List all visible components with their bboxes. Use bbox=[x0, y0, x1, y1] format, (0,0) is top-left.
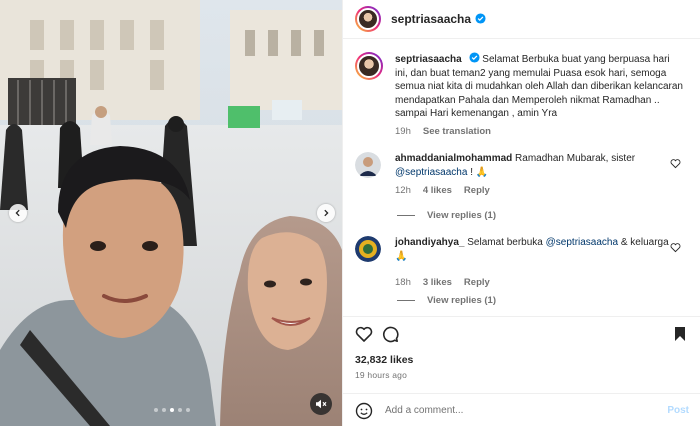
caption-time: 19h bbox=[395, 125, 411, 137]
comment-input[interactable] bbox=[385, 405, 655, 416]
comment-username[interactable]: ahmaddanialmohammad bbox=[395, 153, 512, 164]
bookmark-icon[interactable] bbox=[671, 325, 689, 343]
carousel-dot bbox=[170, 408, 174, 412]
post-comment-button[interactable]: Post bbox=[667, 405, 689, 416]
reply-button[interactable]: Reply bbox=[464, 276, 490, 290]
comment-likes[interactable]: 3 likes bbox=[423, 276, 452, 290]
post-header: septriasaacha bbox=[343, 0, 700, 39]
avatar[interactable] bbox=[355, 6, 381, 32]
carousel-dot bbox=[154, 408, 158, 412]
view-replies-button[interactable]: View replies (1) bbox=[397, 295, 496, 306]
heart-icon[interactable] bbox=[355, 325, 373, 343]
avatar[interactable] bbox=[355, 152, 381, 178]
comment-text-end: ! 🙏 bbox=[470, 167, 489, 178]
reply-divider bbox=[397, 300, 415, 301]
comment-mention[interactable]: @septriasaacha bbox=[546, 237, 618, 248]
post-side-panel: septriasaacha septriasaacha Selamat Berb… bbox=[342, 0, 700, 426]
comment-time: 18h bbox=[395, 277, 411, 288]
comment-item: ahmaddanialmohammad Ramadhan Mubarak, si… bbox=[355, 152, 691, 198]
avatar[interactable] bbox=[355, 236, 381, 262]
post-media[interactable] bbox=[0, 0, 342, 426]
caption-username[interactable]: septriasaacha bbox=[395, 54, 462, 65]
comment-time: 12h bbox=[395, 185, 411, 196]
carousel-dot bbox=[186, 408, 190, 412]
comment-likes[interactable]: 4 likes bbox=[423, 184, 452, 198]
verified-badge-icon bbox=[475, 13, 486, 24]
chevron-left-icon bbox=[15, 209, 20, 217]
see-translation-button[interactable]: See translation bbox=[423, 125, 491, 139]
add-comment-bar: Post bbox=[343, 393, 700, 426]
audio-toggle-button[interactable] bbox=[310, 393, 332, 415]
carousel-indicator bbox=[154, 408, 190, 412]
comment-text: Ramadhan Mubarak, sister bbox=[515, 153, 636, 164]
header-username[interactable]: septriasaacha bbox=[391, 12, 486, 26]
reply-button[interactable]: Reply bbox=[464, 184, 490, 198]
carousel-dot bbox=[162, 408, 166, 412]
view-replies-label: View replies (1) bbox=[427, 295, 496, 306]
view-replies-button[interactable]: View replies (1) bbox=[397, 210, 496, 221]
selfie-photo bbox=[0, 0, 342, 426]
post-actions: 32,832 likes 19 hours ago Post bbox=[343, 316, 700, 426]
reply-divider bbox=[397, 215, 415, 216]
carousel-dot bbox=[178, 408, 182, 412]
likes-count[interactable]: 32,832 likes bbox=[355, 354, 413, 366]
carousel-next-button[interactable] bbox=[317, 204, 335, 222]
chevron-right-icon bbox=[324, 209, 329, 217]
post-timestamp: 19 hours ago bbox=[355, 370, 408, 380]
caption: septriasaacha Selamat Berbuka buat yang … bbox=[355, 52, 691, 139]
view-replies-label: View replies (1) bbox=[427, 210, 496, 221]
emoji-icon[interactable] bbox=[355, 402, 373, 420]
instagram-post: septriasaacha septriasaacha Selamat Berb… bbox=[0, 0, 700, 426]
carousel-prev-button[interactable] bbox=[9, 204, 27, 222]
comment-text: Selamat berbuka bbox=[467, 237, 543, 248]
comment-username[interactable]: johandiyahya_ bbox=[395, 237, 464, 248]
comment-icon[interactable] bbox=[381, 325, 399, 343]
caption-avatar[interactable] bbox=[355, 52, 383, 80]
verified-badge-icon bbox=[468, 52, 480, 63]
speaker-muted-icon bbox=[316, 399, 327, 409]
comment-mention[interactable]: @septriasaacha bbox=[395, 167, 467, 178]
heart-icon[interactable] bbox=[670, 242, 681, 253]
comment-item: johandiyahya_ Selamat berbuka @septriasa… bbox=[355, 236, 691, 290]
heart-icon[interactable] bbox=[670, 158, 681, 169]
action-icons bbox=[355, 325, 689, 347]
